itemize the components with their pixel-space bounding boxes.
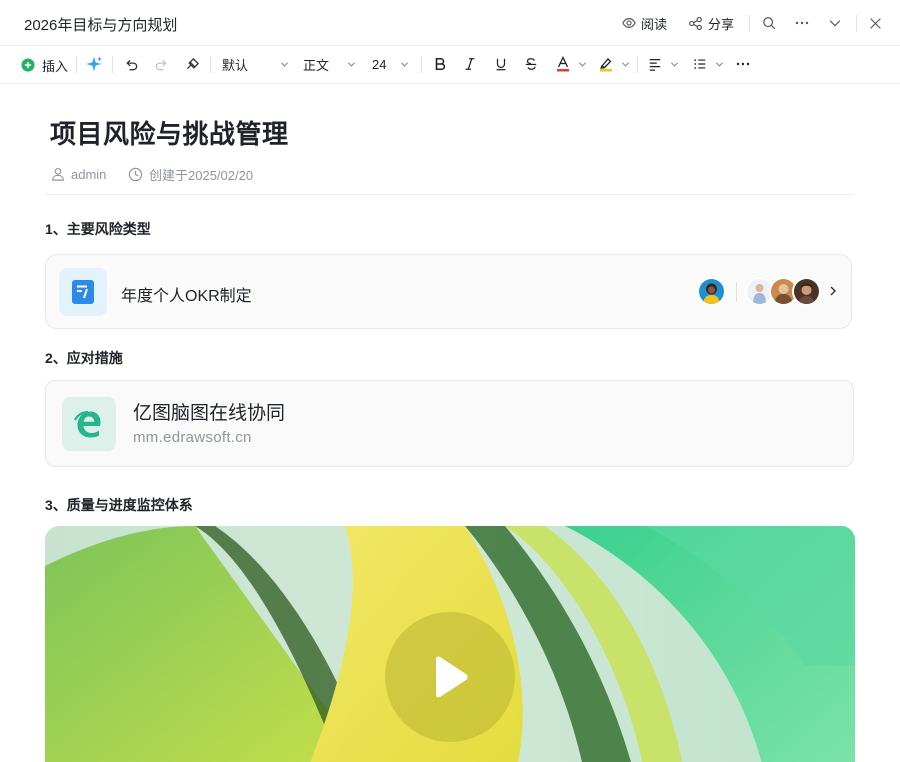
- more-format-button[interactable]: [735, 46, 751, 82]
- underline-button[interactable]: [494, 46, 508, 82]
- chevron-down-icon: [578, 60, 587, 69]
- document-icon: [59, 268, 107, 316]
- underline-icon: [494, 57, 508, 71]
- clock-icon: [128, 167, 143, 182]
- font-color-button[interactable]: [556, 46, 587, 82]
- author: admin: [51, 164, 106, 184]
- user-icon: [51, 167, 65, 181]
- divider: [421, 56, 422, 73]
- plus-circle-icon: [21, 58, 35, 72]
- font-family-select[interactable]: 默认: [222, 46, 289, 82]
- italic-button[interactable]: [463, 46, 477, 82]
- insert-button[interactable]: 插入: [21, 47, 68, 83]
- italic-icon: [463, 57, 477, 71]
- font-color-icon: [556, 56, 570, 72]
- highlighter-icon: [599, 56, 613, 72]
- section-heading: 3、质量与进度监控体系: [45, 497, 193, 513]
- linked-doc-title: 年度个人OKR制定: [121, 288, 252, 305]
- chevron-down-icon: [715, 60, 724, 69]
- text-style-select[interactable]: 正文: [303, 46, 356, 82]
- strikethrough-button[interactable]: [524, 46, 538, 82]
- created-date-text: 创建于2025/02/20: [149, 167, 254, 183]
- close-icon: [869, 17, 882, 30]
- created-date: 创建于2025/02/20: [128, 164, 253, 184]
- more-icon: [735, 56, 751, 72]
- share-label: 分享: [708, 16, 735, 32]
- redo-button[interactable]: [154, 46, 169, 82]
- more-menu-button[interactable]: [794, 0, 810, 46]
- chevron-down-icon: [621, 60, 630, 69]
- title-bar: 2026年目标与方向规划 阅读 分享: [0, 0, 900, 46]
- bulleted-list-icon: [693, 57, 707, 71]
- collapse-button[interactable]: [828, 0, 842, 46]
- divider: [637, 56, 638, 73]
- chevron-down-icon: [828, 16, 842, 30]
- close-button[interactable]: [869, 0, 882, 46]
- sparkle-icon: [85, 55, 103, 73]
- divider: [856, 15, 857, 32]
- ai-assistant-button[interactable]: [85, 46, 103, 82]
- list-button[interactable]: [693, 46, 724, 82]
- link-card-title: 亿图脑图在线协同: [133, 403, 286, 424]
- chevron-down-icon: [347, 60, 356, 69]
- format-painter-icon: [185, 57, 200, 72]
- bold-button[interactable]: [433, 46, 447, 82]
- bold-icon: [433, 57, 447, 71]
- play-button[interactable]: [385, 612, 515, 742]
- divider: [749, 15, 750, 32]
- share-icon: [688, 16, 703, 31]
- highlight-color-button[interactable]: [599, 46, 630, 82]
- linked-doc-card[interactable]: 年度个人OKR制定: [45, 254, 852, 329]
- font-size-select[interactable]: 24: [372, 46, 409, 82]
- play-icon: [430, 655, 470, 699]
- chevron-down-icon: [400, 60, 409, 69]
- page-title: 项目风险与挑战管理: [50, 119, 289, 149]
- format-painter-button[interactable]: [185, 46, 200, 82]
- search-icon: [762, 16, 776, 30]
- link-card-url[interactable]: mm.edrawsoft.cn: [133, 429, 252, 446]
- align-left-icon: [648, 57, 662, 71]
- divider: [736, 282, 737, 302]
- format-toolbar: 插入 默认 正文 24: [0, 46, 900, 84]
- align-button[interactable]: [648, 46, 679, 82]
- undo-icon: [124, 57, 139, 72]
- video-player[interactable]: [45, 526, 855, 762]
- more-icon: [794, 15, 810, 31]
- section-heading: 2、应对措施: [45, 350, 123, 366]
- author-name: admin: [71, 166, 107, 182]
- insert-label: 插入: [42, 58, 69, 74]
- font-size-value: 24: [372, 56, 387, 72]
- divider: [45, 194, 854, 195]
- divider: [210, 56, 211, 73]
- link-preview-card[interactable]: 亿图脑图在线协同 mm.edrawsoft.cn: [45, 380, 854, 467]
- search-button[interactable]: [762, 0, 776, 46]
- avatar[interactable]: [792, 277, 821, 306]
- edge-browser-icon: [62, 397, 116, 451]
- read-button[interactable]: 阅读: [622, 0, 667, 46]
- divider: [112, 56, 113, 73]
- read-label: 阅读: [641, 16, 668, 32]
- chevron-down-icon: [280, 60, 289, 69]
- font-family-value: 默认: [222, 57, 249, 73]
- strikethrough-icon: [524, 57, 538, 71]
- share-button[interactable]: 分享: [688, 0, 734, 46]
- text-style-value: 正文: [303, 57, 330, 73]
- chevron-down-icon: [670, 60, 679, 69]
- eye-icon: [622, 16, 636, 30]
- chevron-right-icon[interactable]: [827, 285, 839, 297]
- redo-icon: [154, 57, 169, 72]
- window-title: 2026年目标与方向规划: [24, 17, 178, 34]
- section-heading: 1、主要风险类型: [45, 221, 151, 237]
- avatar[interactable]: [697, 277, 726, 306]
- divider: [76, 56, 77, 73]
- undo-button[interactable]: [124, 46, 139, 82]
